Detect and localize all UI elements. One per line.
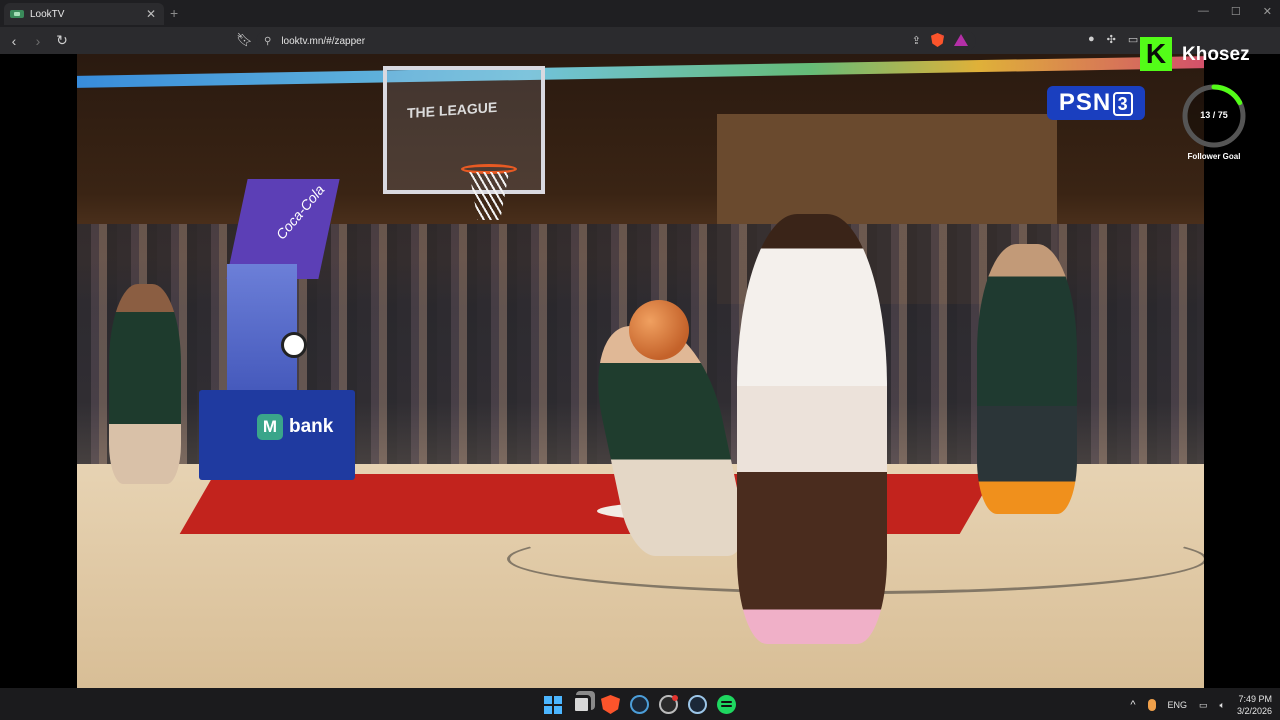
network-icon[interactable]: ▭ (1199, 700, 1208, 711)
url-text[interactable]: looktv.mn/#/zapper (281, 36, 365, 47)
recording-dot (672, 695, 678, 701)
address-bar[interactable]: ⚲ looktv.mn/#/zapper ⇪ (256, 31, 976, 51)
player-green-right (977, 244, 1077, 514)
streamer-name: Khosez (1182, 44, 1250, 65)
site-info-icon[interactable]: ⚲ (264, 36, 271, 47)
clock-date: 3/2/2026 (1236, 706, 1272, 716)
windows-start-icon[interactable] (543, 695, 562, 714)
channel-logo-number: 3 (1113, 92, 1134, 116)
channel-logo: PSN 3 (1047, 86, 1145, 120)
volume-icon[interactable]: 🔈︎ (1220, 700, 1225, 711)
new-tab-icon[interactable]: + (170, 5, 178, 21)
basketball (629, 300, 689, 360)
clock[interactable]: 7:49 PM 3/2/2026 (1237, 693, 1272, 717)
looktv-favicon-icon (10, 10, 24, 18)
shield-count-badge (941, 33, 944, 38)
brave-browser-icon[interactable] (601, 695, 620, 714)
window-controls: — ☐ ✕ (1198, 5, 1272, 18)
language-indicator[interactable]: ENG (1168, 700, 1188, 710)
video-player[interactable]: THE LEAGUE Coca-Cola M bank PSN 3 (77, 54, 1204, 688)
player-green-left (109, 284, 181, 484)
system-tray: ^ ENG ▭ 🔈︎ 7:49 PM 3/2/2026 (1130, 693, 1272, 717)
steam-secondary-icon[interactable] (688, 695, 707, 714)
reload-icon[interactable]: ↻ (52, 32, 72, 49)
share-icon[interactable]: ⇪ (912, 34, 921, 47)
ceiling-led-strip (77, 56, 1204, 88)
tab-strip: LookTV ✕ + — ☐ ✕ (0, 0, 1280, 27)
follower-goal-count: 13 / 75 (1200, 110, 1228, 120)
player-white-dribbler (737, 214, 887, 644)
kick-logo-icon: K (1140, 37, 1172, 71)
obs-icon[interactable] (659, 695, 678, 714)
maximize-icon[interactable]: ☐ (1231, 5, 1241, 18)
tray-overflow-icon[interactable]: ^ (1130, 699, 1135, 711)
tab-looktv[interactable]: LookTV ✕ (4, 3, 164, 25)
backboard (383, 66, 545, 194)
steam-icon[interactable] (630, 695, 649, 714)
spotify-icon[interactable] (717, 695, 736, 714)
close-window-icon[interactable]: ✕ (1263, 5, 1272, 18)
back-icon[interactable]: ‹ (4, 33, 24, 49)
minimize-icon[interactable]: — (1198, 5, 1209, 18)
microphone-icon[interactable] (1147, 699, 1156, 711)
sidebar-icon[interactable]: ▭ (1128, 33, 1138, 46)
tab-title: LookTV (30, 8, 65, 20)
extension-icons: ● ✣ ▭ (1088, 33, 1138, 46)
clock-time: 7:49 PM (1238, 694, 1272, 704)
bookmark-icon[interactable]: 🔖︎ (236, 32, 253, 48)
extensions-icon[interactable]: ✣ (1107, 33, 1116, 46)
brave-rewards-icon[interactable] (954, 34, 968, 46)
channel-logo-text: PSN (1058, 89, 1112, 116)
follower-goal-label: Follower Goal (1187, 152, 1241, 161)
vpn-icon[interactable]: ● (1088, 33, 1095, 46)
taskbar-apps (543, 695, 736, 714)
forward-icon[interactable]: › (28, 33, 48, 49)
brave-shield-icon[interactable] (931, 33, 944, 47)
task-view-icon[interactable] (572, 695, 591, 714)
taskbar: ^ ENG ▭ 🔈︎ 7:49 PM 3/2/2026 (0, 688, 1280, 720)
mbank-logo-icon: M (257, 414, 283, 440)
tab-close-icon[interactable]: ✕ (144, 7, 158, 21)
basket-net (469, 172, 509, 220)
url-actions: ⇪ (912, 33, 968, 47)
sponsor-board-text: bank (289, 416, 334, 437)
bmw-logo-icon (281, 332, 307, 358)
browser-toolbar: ‹ › ↻ 🔖︎ ⚲ looktv.mn/#/zapper ⇪ ● ✣ ▭ (0, 27, 1280, 54)
